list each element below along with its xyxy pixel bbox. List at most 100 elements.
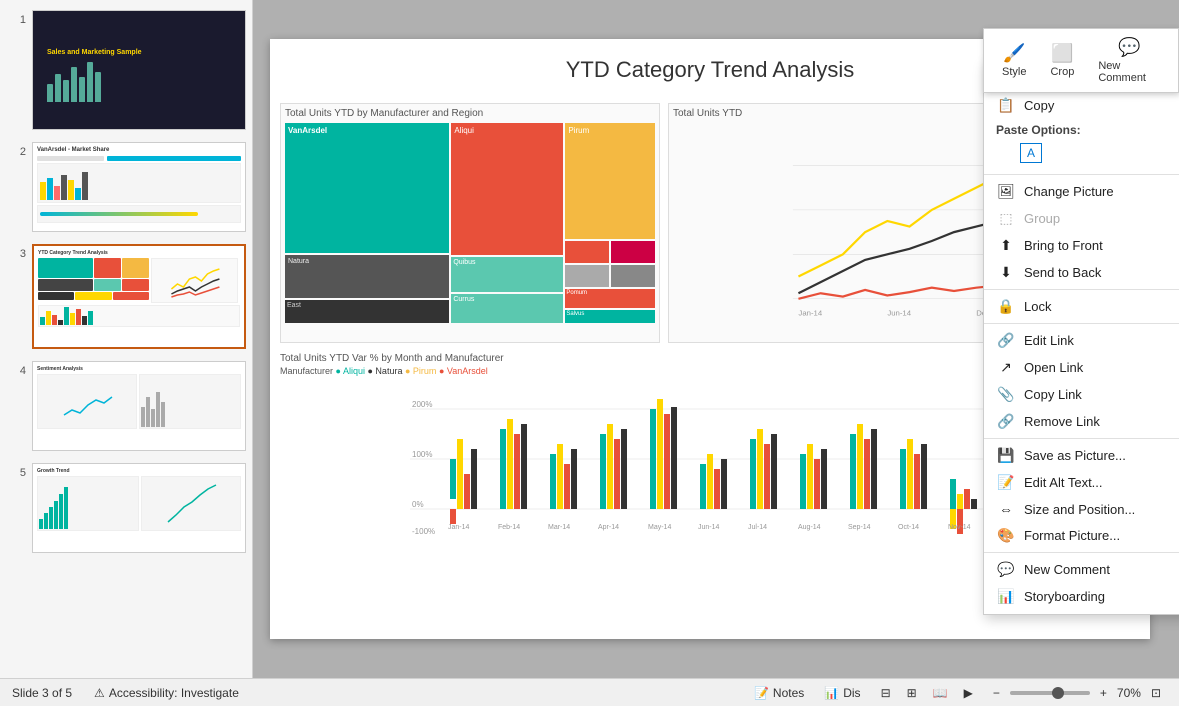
svg-text:0%: 0% (412, 500, 424, 509)
format-picture-menu-item[interactable]: 🎨 Format Picture... (984, 522, 1179, 549)
separator-2 (984, 289, 1179, 290)
svg-text:Mar-14: Mar-14 (548, 524, 570, 531)
new-comment-float-button[interactable]: 💬 New Comment (1088, 33, 1170, 88)
copy-link-menu-item[interactable]: 📎 Copy Link (984, 381, 1179, 408)
zoom-slider-area[interactable] (1010, 691, 1090, 695)
barba-block (611, 265, 655, 287)
notes-button[interactable]: 📝 Notes (748, 684, 810, 702)
svg-text:-100%: -100% (412, 527, 435, 536)
alt-text-icon: 📝 (996, 474, 1016, 491)
slide-number-3: 3 (6, 248, 26, 260)
remove-link-icon: 🔗 (996, 413, 1016, 430)
slide-thumb-3[interactable]: YTD Category Trend Analysis (32, 244, 246, 349)
fit-slide-button[interactable]: ⊡ (1145, 684, 1167, 702)
remove-link-label: Remove Link (1024, 414, 1100, 429)
status-bar: Slide 3 of 5 ⚠ Accessibility: Investigat… (0, 678, 1179, 706)
slide-item-3[interactable]: 3 YTD Category Trend Analysis (4, 242, 248, 351)
zoom-in-button[interactable]: + (1094, 684, 1113, 702)
svg-text:Jan-14: Jan-14 (448, 524, 470, 531)
accessibility-btn[interactable]: ⚠ Accessibility: Investigate (88, 684, 245, 702)
svg-text:Jul-14: Jul-14 (748, 524, 767, 531)
app-container: 1 Sales and Marketing Sample (0, 0, 1179, 706)
accessibility-icon: ⚠ (94, 686, 105, 700)
svg-text:Apr-14: Apr-14 (598, 524, 619, 531)
slideshow-button[interactable]: ▶ (958, 684, 979, 702)
copy-link-icon: 📎 (996, 386, 1016, 403)
slide3-label: YTD Category Trend Analysis (38, 250, 240, 256)
lock-menu-item[interactable]: 🔒 Lock (984, 293, 1179, 320)
crop-label: Crop (1050, 66, 1074, 78)
pirum-block: Pirum (565, 123, 655, 239)
slide-thumb-2[interactable]: VanArsdel - Market Share (32, 142, 246, 232)
svg-text:200%: 200% (412, 400, 432, 409)
open-link-menu-item[interactable]: ↗ Open Link (984, 354, 1179, 381)
style-button[interactable]: 🖌️ Style (992, 39, 1036, 82)
group-label: Group (1024, 211, 1060, 226)
slide-thumb-1[interactable]: Sales and Marketing Sample (32, 10, 246, 130)
slide1-title-text: Sales and Marketing Sample (41, 19, 237, 58)
change-picture-menu-item[interactable]: 🖼 Change Picture ▶ (984, 178, 1179, 205)
status-left: Slide 3 of 5 ⚠ Accessibility: Investigat… (12, 684, 245, 702)
edit-link-menu-item[interactable]: 🔗 Edit Link (984, 327, 1179, 354)
slide1-chart (41, 58, 237, 106)
slide-number-4: 4 (6, 365, 26, 377)
storyboarding-menu-item[interactable]: 📊 Storyboarding ▶ (984, 583, 1179, 610)
group-icon: ⬚ (996, 210, 1016, 227)
new-comment-label: New Comment (1024, 562, 1110, 577)
new-comment-menu-item[interactable]: 💬 New Comment (984, 556, 1179, 583)
save-as-picture-label: Save as Picture... (1024, 448, 1126, 463)
slide-item-5[interactable]: 5 Growth Trend (4, 461, 248, 555)
display-button[interactable]: 📊 Dis (818, 684, 866, 702)
bring-to-front-menu-item[interactable]: ⬆ Bring to Front ▶ (984, 232, 1179, 259)
slide-panel: 1 Sales and Marketing Sample (0, 0, 253, 678)
slide-canvas-area: 🖌️ Style ⬜ Crop 💬 New Comment ✂ Cut (253, 0, 1179, 678)
svg-text:Oct-14: Oct-14 (898, 524, 919, 531)
victoria-block (565, 265, 609, 287)
group-menu-item[interactable]: ⬚ Group ▶ (984, 205, 1179, 232)
zoom-thumb[interactable] (1052, 687, 1064, 699)
slide-item-4[interactable]: 4 Sentiment Analysis (4, 359, 248, 453)
east-block: East (285, 300, 449, 323)
notes-icon: 📝 (754, 686, 769, 700)
copy-menu-item[interactable]: 📋 Copy (984, 92, 1179, 119)
size-position-icon: ⇔ (996, 501, 1016, 517)
slide-sorter-button[interactable]: ⊞ (901, 684, 923, 702)
remove-link-menu-item[interactable]: 🔗 Remove Link (984, 408, 1179, 435)
svg-text:Jun-14: Jun-14 (887, 308, 911, 317)
svg-text:Jan-14: Jan-14 (798, 308, 822, 317)
farria-block (565, 241, 609, 263)
new-comment-float-label: New Comment (1098, 60, 1160, 84)
size-position-menu-item[interactable]: ⇔ Size and Position... (984, 496, 1179, 522)
edit-link-icon: 🔗 (996, 332, 1016, 349)
slide-item-2[interactable]: 2 VanArsdel - Market Share (4, 140, 248, 234)
slide-item-1[interactable]: 1 Sales and Marketing Sample (4, 8, 248, 132)
change-picture-icon: 🖼 (996, 183, 1016, 200)
float-toolbar: 🖌️ Style ⬜ Crop 💬 New Comment (983, 28, 1179, 93)
context-menu: ✂ Cut 📋 Copy Paste Options: A (983, 60, 1179, 615)
style-label: Style (1002, 66, 1026, 78)
comment-icon: 💬 (1118, 37, 1140, 58)
aliqui-block: Aliqui (451, 123, 563, 255)
slide-thumb-5[interactable]: Growth Trend (32, 463, 246, 553)
bring-front-icon: ⬆ (996, 237, 1016, 254)
slide4-label: Sentiment Analysis (37, 366, 241, 372)
normal-view-button[interactable]: ⊟ (875, 684, 897, 702)
zoom-slider[interactable] (1010, 691, 1090, 695)
separator-4 (984, 438, 1179, 439)
slide-number-2: 2 (6, 146, 26, 158)
svg-text:Feb-14: Feb-14 (498, 524, 520, 531)
save-as-picture-menu-item[interactable]: 💾 Save as Picture... (984, 442, 1179, 469)
zoom-out-button[interactable]: − (987, 684, 1006, 702)
crop-button[interactable]: ⬜ Crop (1040, 39, 1084, 82)
reading-view-button[interactable]: 📖 (927, 684, 954, 702)
edit-alt-text-menu-item[interactable]: 📝 Edit Alt Text... (984, 469, 1179, 496)
edit-link-label: Edit Link (1024, 333, 1074, 348)
svg-text:Jun-14: Jun-14 (698, 524, 720, 531)
send-to-back-menu-item[interactable]: ⬇ Send to Back ▶ (984, 259, 1179, 286)
slide-thumb-4[interactable]: Sentiment Analysis (32, 361, 246, 451)
quibus-block: Quibus (451, 257, 563, 292)
paste-icon-box[interactable]: A (1020, 143, 1042, 163)
svg-text:Nov-14: Nov-14 (948, 524, 971, 531)
size-position-label: Size and Position... (1024, 502, 1135, 517)
storyboarding-label: Storyboarding (1024, 589, 1105, 604)
